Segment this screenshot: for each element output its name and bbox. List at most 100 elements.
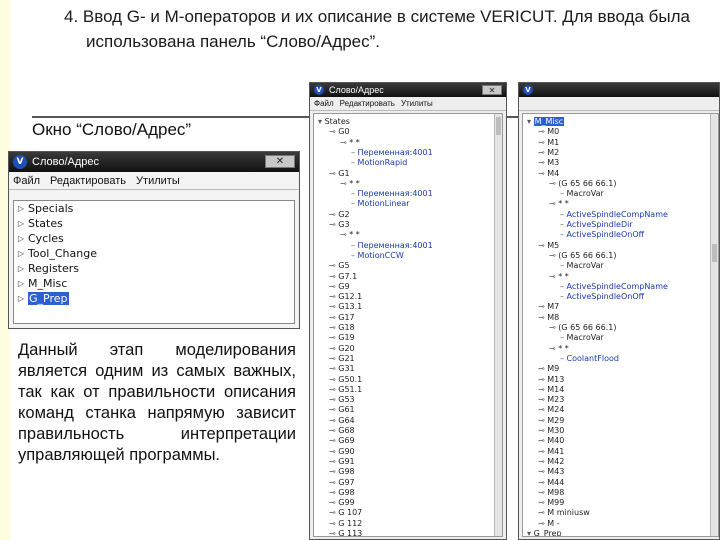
tree-node[interactable]: – ActiveSpindleOnOff — [560, 229, 644, 240]
expand-arrow-icon[interactable]: ▷ — [14, 294, 28, 303]
tree-item[interactable]: ▷ Cycles — [14, 231, 294, 246]
expand-toggle-icon[interactable]: ⊸ — [329, 436, 338, 445]
expand-toggle-icon[interactable]: ⊸ — [340, 179, 349, 188]
expand-toggle-icon[interactable]: ⊸ — [340, 230, 349, 239]
expand-toggle-icon[interactable]: ⊸ — [538, 364, 547, 373]
expand-toggle-icon[interactable]: ⊸ — [538, 158, 547, 167]
expand-toggle-icon[interactable]: ⊸ — [329, 313, 338, 322]
expand-toggle-icon[interactable]: ⊸ — [329, 261, 338, 270]
expand-toggle-icon[interactable]: ⊸ — [549, 199, 558, 208]
m-misc-window-titlebar[interactable]: V — [519, 83, 719, 97]
expand-toggle-icon[interactable]: ⊸ — [538, 457, 547, 466]
expand-toggle-icon[interactable]: ⊸ — [538, 488, 547, 497]
expand-arrow-icon[interactable]: ▷ — [14, 249, 28, 258]
expand-toggle-icon[interactable]: ⊸ — [538, 478, 547, 487]
expand-toggle-icon[interactable]: ⊸ — [329, 333, 338, 342]
expand-toggle-icon[interactable]: ⊸ — [329, 529, 338, 536]
window-titlebar[interactable]: V Слово/Адрес ✕ — [9, 152, 299, 172]
tree-item[interactable]: ▷ M_Misc — [14, 276, 294, 291]
tree-item[interactable]: ▷ Registers — [14, 261, 294, 276]
expand-toggle-icon[interactable]: ⊸ — [538, 416, 547, 425]
expand-toggle-icon[interactable]: ⊸ — [329, 375, 338, 384]
expand-arrow-icon[interactable]: ▷ — [14, 234, 28, 243]
expand-toggle-icon[interactable]: ⊸ — [329, 416, 338, 425]
expand-toggle-icon[interactable]: ⊸ — [538, 436, 547, 445]
scrollbar[interactable] — [494, 114, 502, 536]
expand-toggle-icon[interactable]: ⊸ — [329, 498, 338, 507]
close-icon[interactable]: ✕ — [265, 155, 295, 168]
expand-toggle-icon[interactable]: ⊸ — [538, 498, 547, 507]
tree-node[interactable]: ⊸ G 113 — [329, 528, 362, 536]
expand-toggle-icon[interactable]: ⊸ — [329, 395, 338, 404]
expand-toggle-icon[interactable]: ⊸ — [329, 519, 338, 528]
expand-toggle-icon[interactable]: ⊸ — [538, 241, 547, 250]
tree-node[interactable]: ▾ G_Prep — [527, 528, 562, 536]
expand-toggle-icon[interactable]: ⊸ — [329, 169, 338, 178]
expand-toggle-icon[interactable]: ⊸ — [329, 467, 338, 476]
expand-toggle-icon[interactable]: ⊸ — [329, 127, 338, 136]
expand-toggle-icon[interactable]: ⊸ — [329, 302, 338, 311]
expand-toggle-icon[interactable]: ⊸ — [538, 313, 547, 322]
expand-toggle-icon[interactable]: ⊸ — [538, 405, 547, 414]
tree-node[interactable]: – ActiveSpindleOnOff — [560, 291, 644, 302]
expand-toggle-icon[interactable]: ⊸ — [538, 395, 547, 404]
expand-toggle-icon[interactable]: ⊸ — [538, 148, 547, 157]
expand-toggle-icon[interactable]: ⊸ — [329, 323, 338, 332]
tree-node[interactable]: – MotionLinear — [351, 198, 410, 209]
expand-toggle-icon[interactable]: ⊸ — [329, 272, 338, 281]
expand-toggle-icon[interactable]: ⊸ — [329, 426, 338, 435]
expand-toggle-icon[interactable]: ⊸ — [549, 251, 558, 260]
menu-utilities[interactable]: Утилиты — [136, 175, 180, 187]
expand-toggle-icon[interactable]: ⊸ — [538, 385, 547, 394]
tree-item[interactable]: ▷ Tool_Change — [14, 246, 294, 261]
expand-arrow-icon[interactable]: ▷ — [14, 279, 28, 288]
expand-toggle-icon[interactable]: ⊸ — [329, 457, 338, 466]
menu-utilities[interactable]: Утилиты — [401, 99, 433, 108]
expand-toggle-icon[interactable]: ⊸ — [549, 344, 558, 353]
expand-toggle-icon[interactable]: ⊸ — [538, 519, 547, 528]
menu-file[interactable]: Файл — [13, 175, 40, 187]
expand-toggle-icon[interactable]: ⊸ — [538, 508, 547, 517]
expand-toggle-icon[interactable]: ⊸ — [329, 354, 338, 363]
tree-item[interactable]: ▷ States — [14, 216, 294, 231]
states-window-titlebar[interactable]: V Слово/Адрес ✕ — [310, 83, 506, 97]
scrollbar-thumb[interactable] — [496, 117, 501, 135]
scrollbar[interactable] — [710, 114, 718, 536]
expand-toggle-icon[interactable]: ⊸ — [538, 426, 547, 435]
expand-toggle-icon[interactable]: ⊸ — [329, 292, 338, 301]
expand-toggle-icon[interactable]: ⊸ — [549, 272, 558, 281]
expand-toggle-icon[interactable]: ⊸ — [329, 447, 338, 456]
expand-toggle-icon[interactable]: ⊸ — [538, 138, 547, 147]
expand-toggle-icon[interactable]: ⊸ — [549, 179, 558, 188]
menu-file[interactable]: Файл — [314, 99, 334, 108]
expand-toggle-icon[interactable]: ⊸ — [538, 302, 547, 311]
expand-toggle-icon[interactable]: ⊸ — [329, 508, 338, 517]
expand-toggle-icon[interactable]: ⊸ — [538, 127, 547, 136]
tree-item[interactable]: ▷ Specials — [14, 201, 294, 216]
tree-node[interactable]: – MotionCCW — [351, 250, 404, 261]
expand-arrow-icon[interactable]: ▷ — [14, 204, 28, 213]
expand-toggle-icon[interactable]: ⊸ — [538, 467, 547, 476]
menu-edit[interactable]: Редактировать — [340, 99, 395, 108]
expand-toggle-icon[interactable]: ⊸ — [549, 323, 558, 332]
scrollbar-thumb[interactable] — [712, 244, 717, 262]
tree-item[interactable]: ▷ G_Prep — [14, 291, 294, 306]
tree-node[interactable]: – MotionRapid — [351, 157, 407, 168]
menu-edit[interactable]: Редактировать — [50, 175, 126, 187]
expand-toggle-icon[interactable]: ⊸ — [340, 138, 349, 147]
expand-arrow-icon[interactable]: ▷ — [14, 264, 28, 273]
expand-toggle-icon[interactable]: ⊸ — [329, 282, 338, 291]
expand-toggle-icon[interactable]: ⊸ — [329, 488, 338, 497]
expand-toggle-icon[interactable]: ⊸ — [329, 210, 338, 219]
expand-toggle-icon[interactable]: ⊸ — [329, 385, 338, 394]
expand-toggle-icon[interactable]: ⊸ — [329, 364, 338, 373]
expand-arrow-icon[interactable]: ▷ — [14, 219, 28, 228]
expand-toggle-icon[interactable]: ⊸ — [329, 344, 338, 353]
expand-toggle-icon[interactable]: ⊸ — [329, 478, 338, 487]
expand-toggle-icon[interactable]: ⊸ — [329, 405, 338, 414]
expand-toggle-icon[interactable]: ⊸ — [329, 220, 338, 229]
expand-toggle-icon[interactable]: ▾ — [527, 117, 534, 126]
close-icon[interactable]: ✕ — [482, 85, 502, 95]
expand-toggle-icon[interactable]: ⊸ — [538, 447, 547, 456]
expand-toggle-icon[interactable]: ⊸ — [538, 169, 547, 178]
